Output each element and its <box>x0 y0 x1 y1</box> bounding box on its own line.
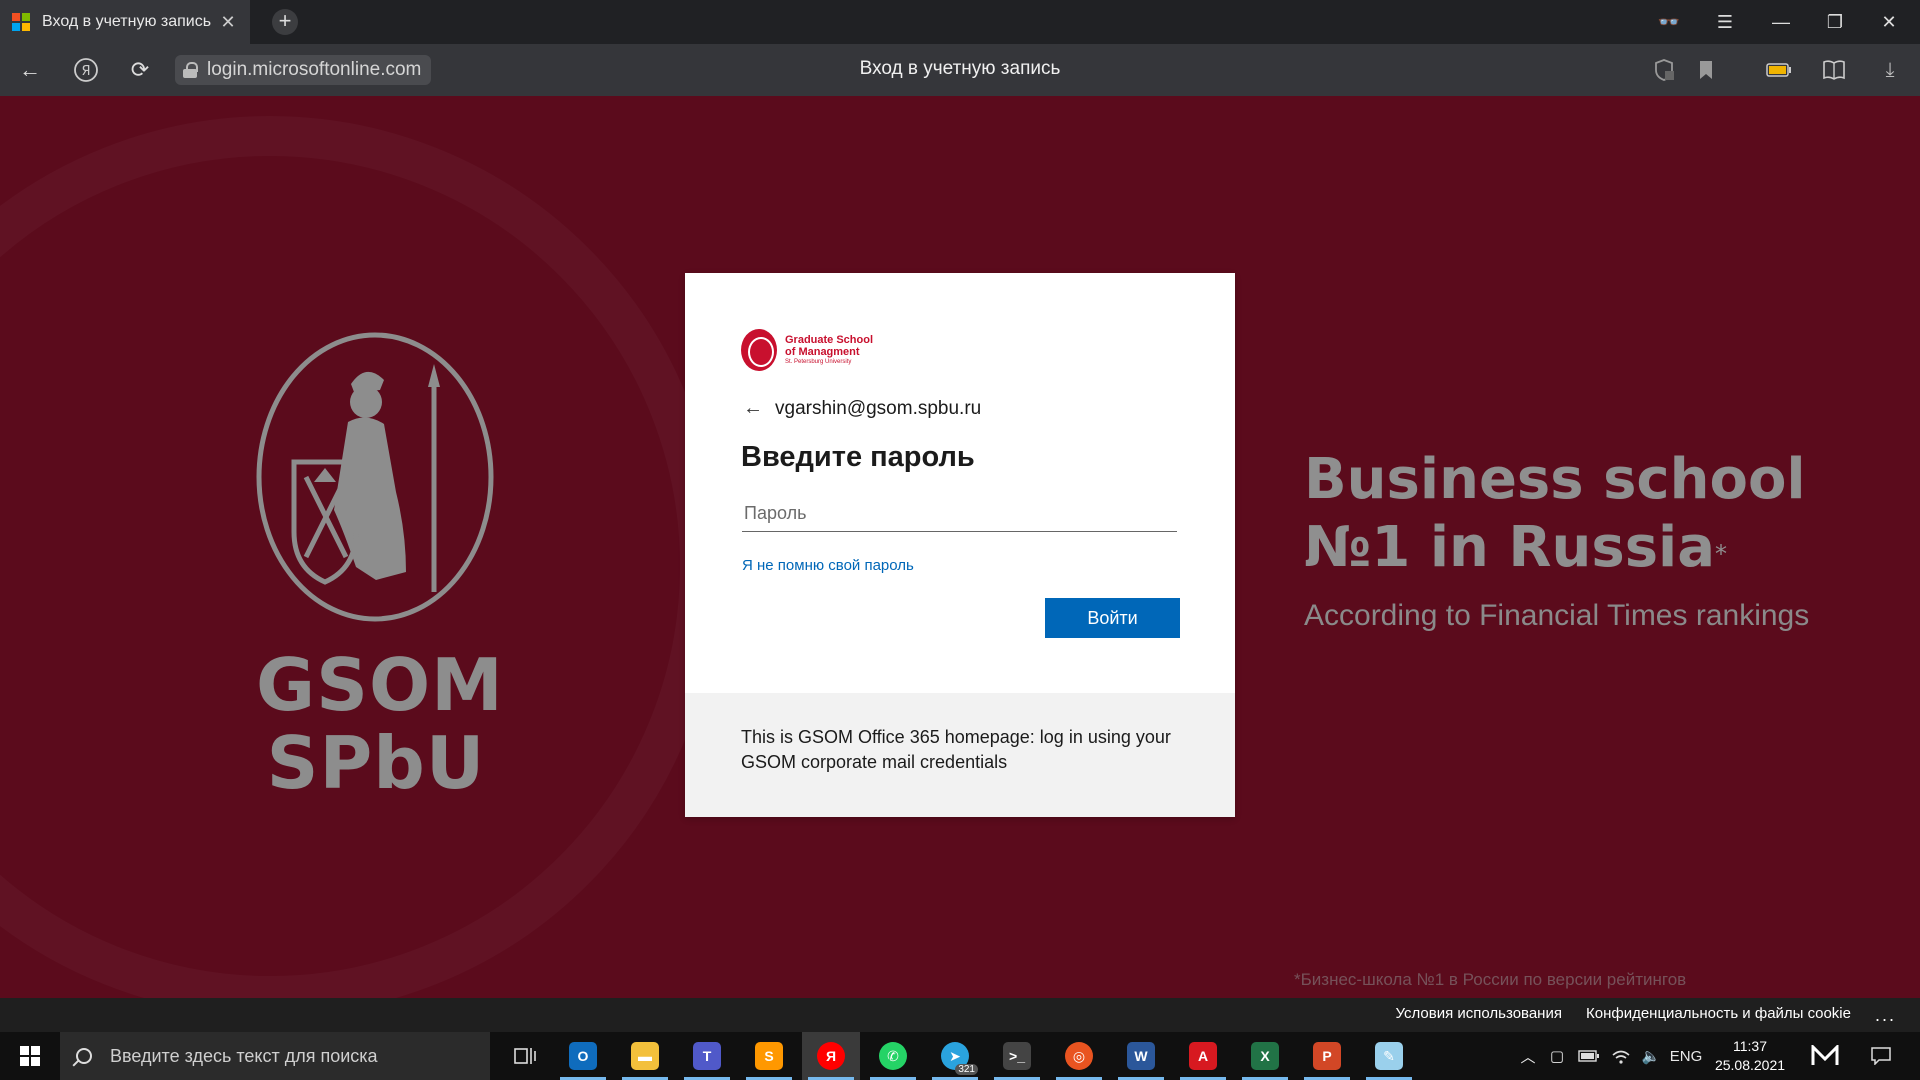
tab-close-icon[interactable]: ✕ <box>218 12 238 33</box>
windows-taskbar: Введите здесь текст для поиска O ▬ T S Я ✆ ➤ 32… <box>0 1032 1920 1080</box>
browser-tab-bar: Вход в учетную запись ✕ + 👓 ☰ — ❐ ✕ <box>0 0 1920 44</box>
explorer-glyph: ▬ <box>631 1042 659 1070</box>
yandex-glyph: Я <box>817 1042 845 1070</box>
windows-logo-icon <box>20 1046 40 1066</box>
wifi-icon[interactable] <box>1608 1032 1634 1080</box>
slogan: Business school №1 in Russia* According … <box>1304 446 1864 636</box>
start-button[interactable] <box>0 1032 60 1080</box>
password-input[interactable] <box>742 496 1177 532</box>
menu-icon[interactable]: ☰ <box>1698 0 1752 44</box>
clock-time: 11:37 <box>1733 1038 1767 1054</box>
outlook-glyph: O <box>569 1042 597 1070</box>
brand-logo: Graduate School of Managment St. Petersb… <box>741 329 873 371</box>
microsoft-logo-icon <box>12 13 30 31</box>
new-tab-button[interactable]: + <box>272 9 298 35</box>
reader-icon[interactable] <box>1820 56 1848 84</box>
task-view-icon[interactable] <box>496 1032 554 1080</box>
taskbar-whatsapp-icon[interactable]: ✆ <box>864 1032 922 1080</box>
download-icon[interactable]: ⤓ <box>1876 56 1904 84</box>
taskbar-yandex-icon[interactable]: Я <box>802 1032 860 1080</box>
gsom-emblem-logo <box>256 332 494 622</box>
excel-glyph: X <box>1251 1042 1279 1070</box>
login-form: Graduate School of Managment St. Petersb… <box>685 273 1235 693</box>
tab-title: Вход в учетную запись <box>42 13 212 30</box>
teams-glyph: T <box>693 1042 721 1070</box>
identity-banner[interactable]: ← vgarshin@gsom.spbu.ru <box>743 397 981 420</box>
terms-of-use-link[interactable]: Условия использования <box>1395 1005 1562 1026</box>
ubuntu-glyph: ◎ <box>1065 1042 1093 1070</box>
taskbar-terminal-icon[interactable]: >_ <box>988 1032 1046 1080</box>
taskbar-outlook-icon[interactable]: O <box>554 1032 612 1080</box>
slogan-subtitle: According to Financial Times rankings <box>1304 599 1810 632</box>
paint-glyph: ✎ <box>1375 1042 1403 1070</box>
word-glyph: W <box>1127 1042 1155 1070</box>
clock-date: 25.08.2021 <box>1714 1057 1786 1073</box>
close-window-button[interactable]: ✕ <box>1862 0 1916 44</box>
login-card: Graduate School of Managment St. Petersb… <box>685 273 1235 817</box>
notifications-icon[interactable] <box>1858 1032 1904 1080</box>
telegram-unread-badge: 321 <box>955 1064 978 1075</box>
search-icon <box>76 1048 92 1064</box>
taskbar-word-icon[interactable]: W <box>1112 1032 1170 1080</box>
account-email: vgarshin@gsom.spbu.ru <box>775 397 982 419</box>
browser-tab[interactable]: Вход в учетную запись ✕ <box>0 0 250 44</box>
terminal-glyph: >_ <box>1003 1042 1031 1070</box>
sublime-glyph: S <box>755 1042 783 1070</box>
more-options-button[interactable]: ... <box>1875 1005 1896 1026</box>
taskbar-paint-icon[interactable]: ✎ <box>1360 1032 1418 1080</box>
taskbar-powerpoint-icon[interactable]: P <box>1298 1032 1356 1080</box>
whatsapp-glyph: ✆ <box>879 1042 907 1070</box>
login-card-footer-text: This is GSOM Office 365 homepage: log in… <box>685 693 1235 817</box>
taskbar-clock[interactable]: 11:37 25.08.2021 <box>1705 1037 1795 1075</box>
address-bar: ← Я ⟳ login.microsoftonline.com Вход в у… <box>0 44 1920 96</box>
powerpoint-glyph: P <box>1313 1042 1341 1070</box>
taskbar-sublime-icon[interactable]: S <box>740 1032 798 1080</box>
battery-saver-icon[interactable] <box>1765 56 1793 84</box>
protect-icon[interactable] <box>1650 56 1678 84</box>
taskbar-telegram-icon[interactable]: ➤ 321 <box>926 1032 984 1080</box>
brand-name: Graduate School of Managment St. Petersb… <box>785 333 874 365</box>
taskbar-search-box[interactable]: Введите здесь текст для поиска <box>60 1032 490 1080</box>
restore-button[interactable]: ❐ <box>1808 0 1862 44</box>
page-footer: Условия использования Конфиденциальность… <box>0 998 1920 1032</box>
privacy-cookies-link[interactable]: Конфиденциальность и файлы cookie <box>1586 1005 1851 1026</box>
gsom-spbu-logo-text: GSOM SPbU <box>256 643 504 805</box>
minimize-button[interactable]: — <box>1754 0 1808 44</box>
input-language[interactable]: ENG <box>1668 1032 1704 1080</box>
incognito-icon[interactable]: 👓 <box>1642 0 1696 44</box>
m-app-icon[interactable] <box>1802 1032 1848 1080</box>
taskbar-search-placeholder: Введите здесь текст для поиска <box>110 1045 378 1066</box>
gsom-seal-icon <box>741 329 777 371</box>
slogan-headline: Business school №1 in Russia* <box>1304 447 1806 580</box>
forgot-password-link[interactable]: Я не помню свой пароль <box>742 557 914 574</box>
page-title: Вход в учетную запись <box>859 58 1061 79</box>
sign-in-button[interactable]: Войти <box>1045 598 1180 638</box>
form-title: Введите пароль <box>741 441 975 473</box>
acrobat-glyph: A <box>1189 1042 1217 1070</box>
show-hidden-icons-icon[interactable]: ︿ <box>1516 1032 1540 1080</box>
volume-icon[interactable]: 🔈 <box>1638 1032 1664 1080</box>
taskbar-teams-icon[interactable]: T <box>678 1032 736 1080</box>
tablet-icon[interactable]: ▢ <box>1546 1032 1568 1080</box>
taskbar-ubuntu-icon[interactable]: ◎ <box>1050 1032 1108 1080</box>
footnote: *Бизнес-школа №1 в России по версии рейт… <box>1294 970 1687 989</box>
back-arrow-icon[interactable]: ← <box>743 397 763 420</box>
taskbar-explorer-icon[interactable]: ▬ <box>616 1032 674 1080</box>
battery-icon[interactable] <box>1574 1032 1604 1080</box>
taskbar-acrobat-icon[interactable]: A <box>1174 1032 1232 1080</box>
taskbar-excel-icon[interactable]: X <box>1236 1032 1294 1080</box>
bookmark-icon[interactable] <box>1692 56 1720 84</box>
